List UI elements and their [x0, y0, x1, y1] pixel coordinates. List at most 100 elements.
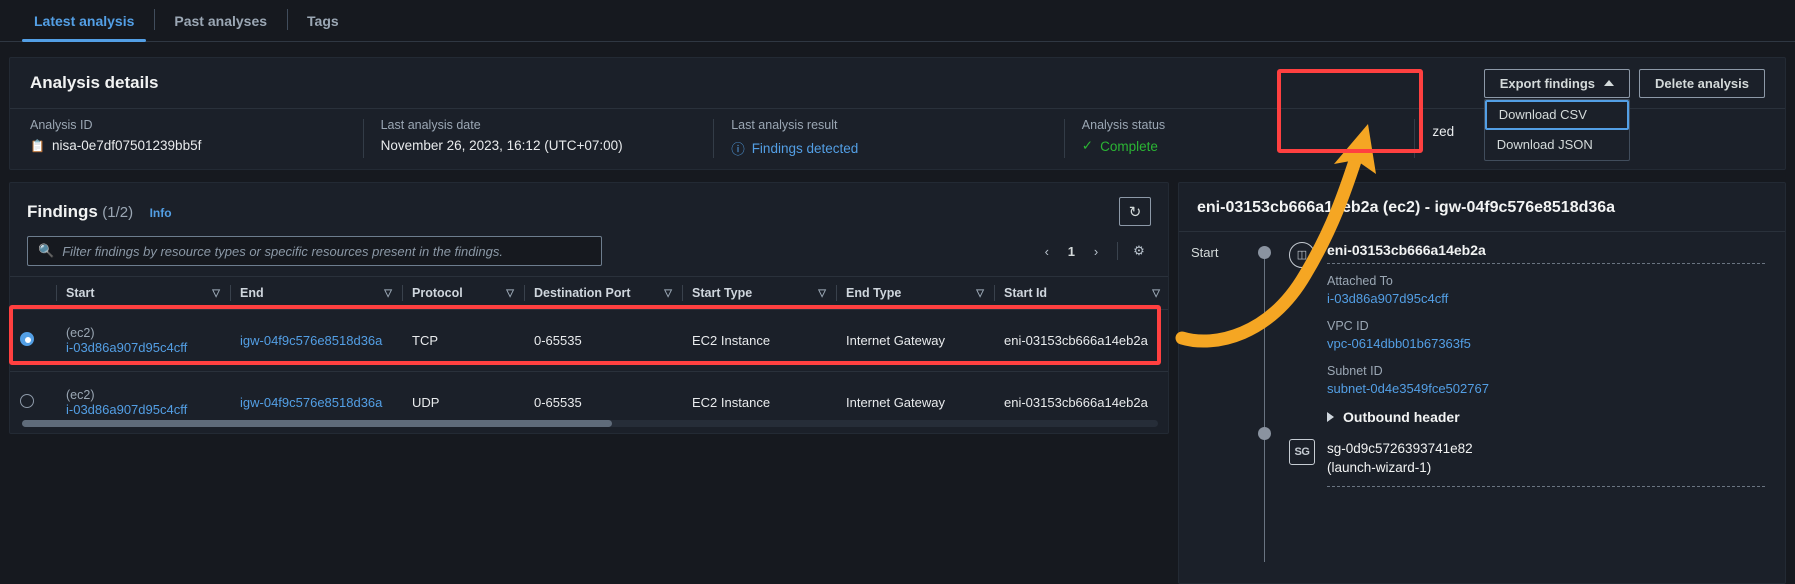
copy-icon[interactable]: 📋: [30, 139, 45, 153]
row-radio-selected[interactable]: [20, 332, 34, 346]
menu-item-download-json[interactable]: Download JSON: [1485, 130, 1629, 160]
network-interface-icon: ◫: [1289, 241, 1315, 268]
delete-analysis-button[interactable]: Delete analysis: [1639, 68, 1765, 98]
cell-end-type: Internet Gateway: [836, 309, 994, 372]
cell-protocol: TCP: [402, 309, 524, 372]
vpc-id-label: VPC ID: [1327, 318, 1369, 333]
timeline-line: [1264, 251, 1265, 562]
findings-count: (1/2): [102, 203, 134, 221]
end-gateway-link[interactable]: igw-04f9c576e8518d36a: [240, 395, 382, 410]
chevron-right-icon: [1327, 411, 1334, 422]
findings-panel: Findings (1/2) Info ↻ 🔍 ‹ 1 › ⚙ Star: [9, 182, 1169, 434]
finding-detail-panel: eni-03153cb666a14eb2a (ec2) - igw-04f9c5…: [1178, 182, 1786, 584]
sort-icon: ▽: [976, 287, 984, 299]
page-number[interactable]: 1: [1063, 244, 1080, 259]
end-gateway-link[interactable]: igw-04f9c576e8518d36a: [240, 333, 382, 348]
export-findings-label: Export findings: [1499, 75, 1596, 91]
check-circle-icon: ✓: [1081, 138, 1094, 153]
search-input[interactable]: [62, 243, 591, 259]
refresh-icon[interactable]: ↻: [1119, 197, 1151, 226]
search-icon: 🔍: [38, 243, 55, 258]
outbound-header-label: Outbound header: [1343, 408, 1460, 425]
finding-detail-body: Start ◫ eni-03153cb666a14eb2a Attached T…: [1179, 232, 1785, 562]
row-select-cell[interactable]: [10, 309, 56, 372]
timeline-start-label: Start: [1191, 244, 1219, 260]
field-last-analysis-date: Last analysis date November 26, 2023, 16…: [362, 118, 714, 170]
tab-past-analyses[interactable]: Past analyses: [154, 0, 287, 41]
field-last-analysis-result-value: Findings detected: [751, 140, 859, 156]
field-analysis-id-value-row: 📋 nisa-0e7df07501239bb5f: [30, 138, 363, 153]
tab-latest-analysis[interactable]: Latest analysis: [14, 0, 154, 42]
menu-item-download-csv[interactable]: Download CSV: [1484, 99, 1630, 130]
tab-tags[interactable]: Tags: [287, 0, 359, 41]
node-heading: eni-03153cb666a14eb2a: [1327, 241, 1486, 258]
status-badge: ✓ Complete: [1082, 138, 1415, 154]
field-last-analysis-result: Last analysis result ⓘ Findings detected: [713, 118, 1064, 170]
analysis-details-header: Analysis details Export findings Downloa…: [10, 58, 1785, 161]
page-title: Analysis details: [30, 73, 159, 92]
sg-divider: [1327, 485, 1765, 487]
security-group-icon: SG: [1289, 438, 1315, 465]
column-header-protocol[interactable]: Protocol ▽: [402, 276, 524, 310]
cell-end: igw-04f9c576e8518d36a: [230, 309, 402, 372]
field-analysis-status-label: Analysis status: [1081, 118, 1166, 132]
search-box[interactable]: 🔍: [27, 236, 602, 266]
field-analysis-id: Analysis ID 📋 nisa-0e7df07501239bb5f: [30, 118, 363, 170]
findings-title: Findings: [27, 201, 98, 221]
node-network-interface-body: eni-03153cb666a14eb2a Attached To i-03d8…: [1327, 242, 1785, 433]
next-page-button[interactable]: ›: [1084, 239, 1108, 263]
column-header-end[interactable]: End ▽: [230, 276, 402, 310]
security-group-name: (launch-wizard-1): [1327, 460, 1432, 476]
start-instance-link[interactable]: i-03d86a907d95c4cff: [66, 402, 230, 417]
tab-latest-analysis-label: Latest analysis: [34, 12, 135, 29]
sort-icon: ▽: [384, 287, 392, 299]
vpc-id-value[interactable]: vpc-0614dbb01b67363f5: [1327, 336, 1765, 351]
table-row[interactable]: (ec2) i-03d86a907d95c4cff igw-04f9c576e8…: [10, 309, 1168, 372]
node-divider: [1327, 262, 1765, 264]
field-last-analysis-date-value: November 26, 2023, 16:12 (UTC+07:00): [380, 138, 623, 153]
gear-icon[interactable]: ⚙: [1127, 239, 1151, 263]
timeline-rail: [1243, 242, 1289, 562]
outbound-header-toggle[interactable]: Outbound header: [1327, 409, 1765, 425]
row-radio[interactable]: [20, 394, 34, 408]
field-analysis-status: Analysis status ✓ Complete: [1063, 118, 1415, 170]
field-analysis-status-value: Complete: [1100, 138, 1158, 154]
field-last-analysis-result-label: Last analysis result: [731, 118, 838, 132]
attached-to-value[interactable]: i-03d86a907d95c4cff: [1327, 291, 1765, 306]
column-header-end-type[interactable]: End Type ▽: [836, 276, 994, 310]
attached-to-label: Attached To: [1327, 273, 1393, 288]
start-instance-link[interactable]: i-03d86a907d95c4cff: [66, 340, 230, 355]
sort-icon: ▽: [1152, 287, 1160, 299]
findings-info-link[interactable]: Info: [150, 206, 172, 220]
horizontal-scrollbar-thumb[interactable]: [22, 420, 612, 427]
delete-analysis-label: Delete analysis: [1655, 75, 1749, 91]
tab-bar: Latest analysis Past analyses Tags: [0, 0, 1795, 42]
export-findings-dropdown: Export findings Download CSV Download JS…: [1483, 68, 1631, 161]
chevron-up-icon: [1604, 80, 1615, 86]
field-last-analysis-result-value-row[interactable]: ⓘ Findings detected: [731, 138, 1064, 158]
pagination-divider: [1117, 242, 1118, 260]
subnet-id-value[interactable]: subnet-0d4e3549fce502767: [1327, 381, 1765, 396]
column-header-destination-port[interactable]: Destination Port ▽: [524, 276, 682, 310]
subnet-id-label: Subnet ID: [1327, 363, 1383, 378]
sort-icon: ▽: [506, 287, 514, 299]
download-json-label: Download JSON: [1496, 137, 1593, 152]
sort-icon: ▽: [212, 287, 220, 299]
tab-past-analyses-label: Past analyses: [174, 12, 268, 29]
sort-icon: ▽: [818, 287, 826, 299]
header-actions: Export findings Download CSV Download JS…: [1483, 68, 1765, 161]
cell-start: (ec2) i-03d86a907d95c4cff: [56, 309, 230, 372]
node-network-interface: ◫ eni-03153cb666a14eb2a Attached To i-03…: [1289, 241, 1785, 433]
cell-start-type: EC2 Instance: [682, 309, 836, 372]
field-analysis-id-value: nisa-0e7df07501239bb5f: [51, 138, 202, 153]
node-security-group: SG sg-0d9c5726393741e82 (launch-wizard-1…: [1289, 438, 1785, 497]
timeline-dot-sg: [1258, 426, 1271, 440]
previous-page-button[interactable]: ‹: [1035, 239, 1059, 263]
download-csv-label: Download CSV: [1498, 107, 1587, 122]
cell-start-id: eni-03153cb666a14eb2a: [994, 309, 1168, 372]
column-header-start[interactable]: Start ▽: [56, 276, 230, 310]
column-header-start-id[interactable]: Start Id ▽: [994, 276, 1168, 310]
export-findings-button[interactable]: Export findings: [1483, 68, 1631, 98]
column-header-start-type[interactable]: Start Type ▽: [682, 276, 836, 310]
findings-header: Findings (1/2) Info ↻: [10, 183, 1168, 232]
